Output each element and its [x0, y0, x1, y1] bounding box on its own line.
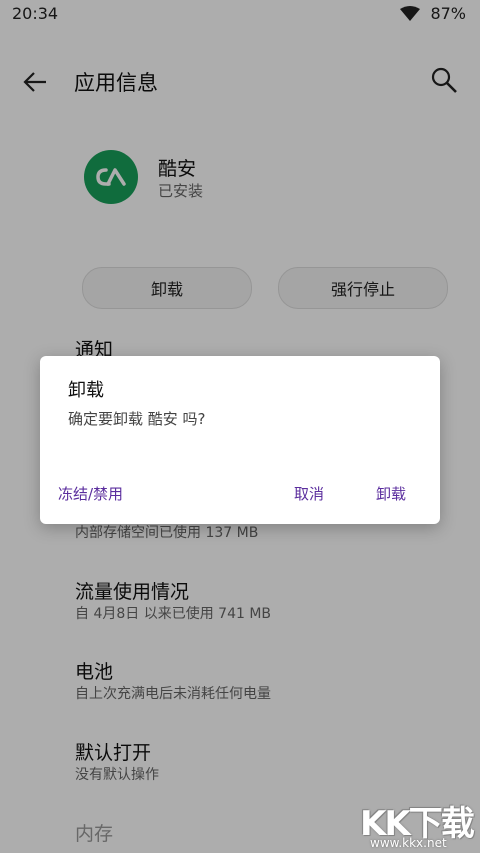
watermark-url: www.kkx.net: [370, 836, 447, 850]
app-info-screen: 20:34 87% 应用信息 酷安 已安装 卸载 强行停止 通知 内部存储空间已…: [0, 0, 480, 853]
freeze-disable-button[interactable]: 冻结/禁用: [58, 483, 123, 504]
kkx-watermark: KK下载 www.kkx.net: [360, 796, 478, 852]
dialog-title: 卸载: [68, 380, 104, 401]
cancel-button[interactable]: 取消: [294, 483, 324, 504]
confirm-uninstall-button[interactable]: 卸载: [376, 483, 406, 504]
uninstall-dialog: 卸载 确定要卸载 酷安 吗? 冻结/禁用 取消 卸载: [40, 356, 440, 524]
dialog-message: 确定要卸载 酷安 吗?: [68, 410, 206, 428]
